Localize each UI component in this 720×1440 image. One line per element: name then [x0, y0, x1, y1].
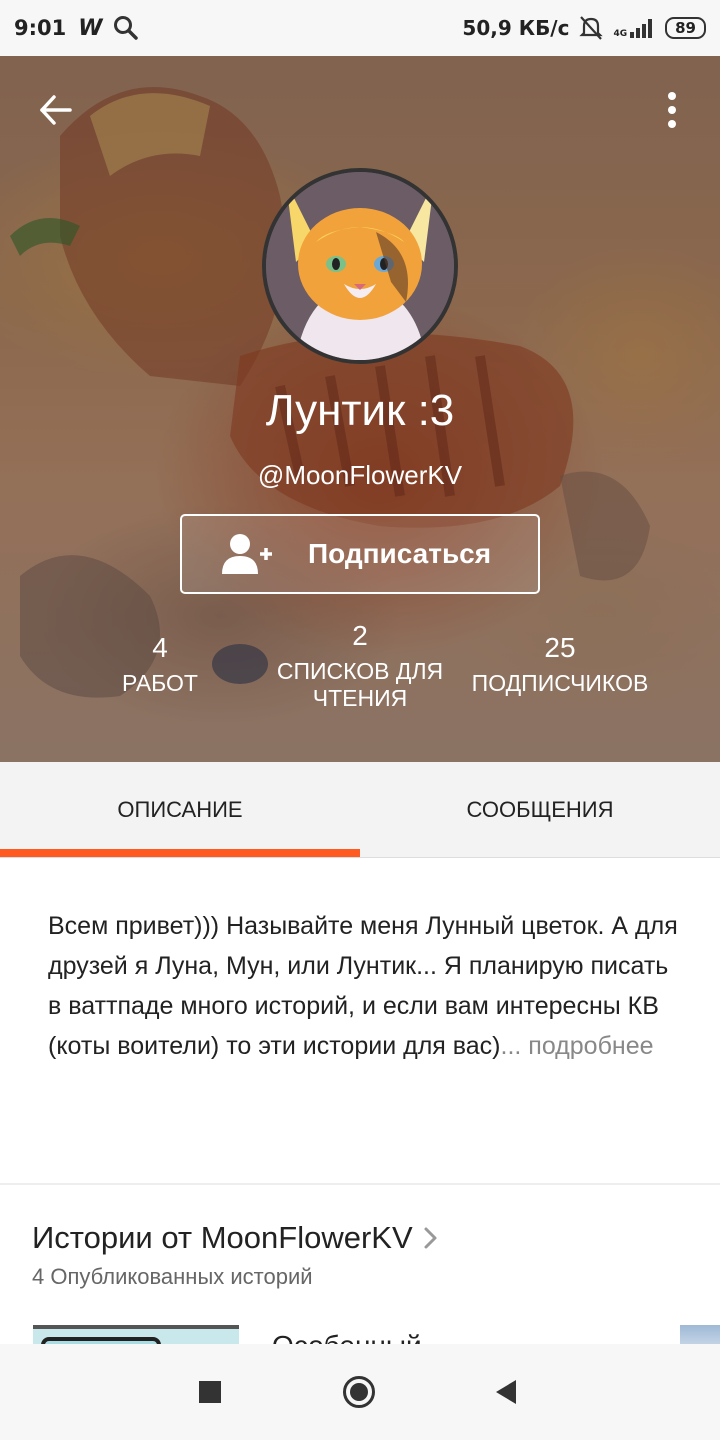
stories-count: 4 Опубликованных историй	[32, 1264, 313, 1289]
avatar[interactable]	[262, 168, 458, 364]
bell-muted-icon	[579, 16, 604, 40]
display-name: Лунтик :3	[265, 386, 455, 435]
follow-button-label: Подписаться	[308, 538, 492, 569]
tab-messages[interactable]: СООБЩЕНИЯ	[360, 762, 720, 857]
stat-followers-label: ПОДПИСЧИКОВ	[471, 670, 649, 696]
stat-works-label: РАБОТ	[122, 670, 198, 696]
stat-followers-value: 25	[544, 632, 576, 663]
stat-followers[interactable]: 25 ПОДПИСЧИКОВ	[460, 632, 660, 697]
stat-works-value: 4	[152, 632, 168, 663]
search-icon	[113, 16, 138, 40]
profile-header: Лунтик :3 @MoonFlowerKV Подписаться 4 РА…	[0, 56, 720, 762]
stat-reading-lists-value: 2	[352, 620, 368, 651]
clock: 9:01	[14, 16, 67, 40]
profile-tabs: ОПИСАНИЕ СООБЩЕНИЯ	[0, 762, 720, 858]
stat-reading-lists[interactable]: 2 СПИСКОВ ДЛЯ ЧТЕНИЯ	[268, 620, 452, 712]
status-bar: 9:01 W 50,9 КБ/с 4G 89	[0, 0, 720, 56]
system-nav-bar	[0, 1344, 720, 1440]
profile-description: Всем привет))) Называйте меня Лунный цве…	[48, 906, 678, 1066]
read-more-link[interactable]: ... подробнее	[501, 1032, 654, 1060]
section-divider	[0, 1183, 720, 1185]
stat-reading-lists-label: СПИСКОВ ДЛЯ ЧТЕНИЯ	[276, 658, 444, 711]
nav-back-icon[interactable]	[494, 1379, 518, 1405]
network-type: 4G	[613, 29, 628, 39]
wattpad-icon: W	[78, 15, 102, 41]
back-arrow-icon[interactable]	[36, 90, 76, 130]
more-options-icon[interactable]	[656, 90, 688, 130]
active-tab-indicator	[0, 849, 360, 857]
stat-works[interactable]: 4 РАБОТ	[80, 632, 240, 697]
add-person-icon	[222, 534, 272, 574]
signal-icon: 4G	[613, 17, 655, 39]
network-speed: 50,9 КБ/с	[462, 16, 570, 40]
stories-header[interactable]: Истории от MoonFlowerKV	[32, 1220, 439, 1256]
chevron-right-icon	[424, 1227, 437, 1249]
stories-title: Истории от MoonFlowerKV	[32, 1220, 413, 1255]
recent-apps-icon[interactable]	[199, 1381, 221, 1403]
avatar-cat-image	[266, 172, 454, 360]
username: @MoonFlowerKV	[257, 460, 463, 490]
follow-button[interactable]: Подписаться	[180, 514, 540, 594]
home-icon[interactable]	[342, 1375, 376, 1409]
battery-icon: 89	[665, 17, 706, 39]
tab-description[interactable]: ОПИСАНИЕ	[0, 762, 360, 857]
